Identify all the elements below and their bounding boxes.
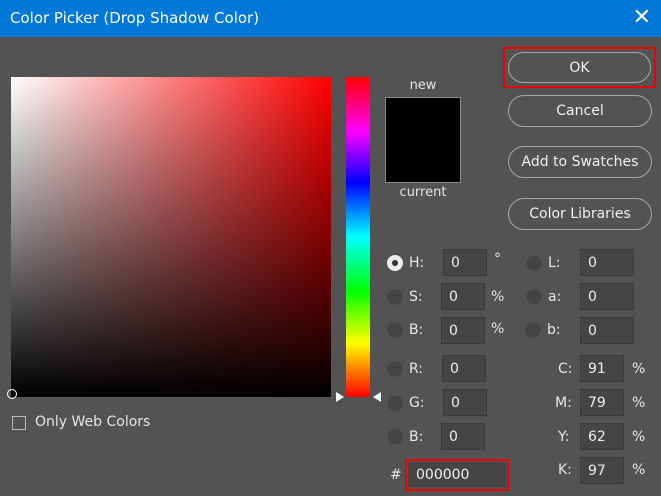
l-input[interactable]: 0: [580, 249, 634, 276]
radio-r[interactable]: [387, 361, 403, 377]
radio-g[interactable]: [387, 395, 403, 411]
radio-s[interactable]: [387, 289, 403, 305]
a-input[interactable]: 0: [580, 283, 634, 310]
radio-lab-b[interactable]: [525, 322, 541, 338]
c-label: C:: [558, 361, 573, 377]
new-color-swatch: [386, 98, 460, 140]
add-to-swatches-button[interactable]: Add to Swatches: [508, 146, 652, 178]
hue-slider[interactable]: [346, 77, 370, 397]
m-label: M:: [555, 395, 572, 411]
dialog-title: Color Picker (Drop Shadow Color): [10, 9, 260, 27]
ok-button[interactable]: OK: [508, 52, 651, 83]
title-bar: Color Picker (Drop Shadow Color) ✕: [0, 0, 661, 37]
b-input[interactable]: 0: [441, 423, 485, 450]
new-label: new: [409, 78, 437, 93]
c-unit: %: [632, 361, 646, 377]
color-swatch: [385, 97, 461, 183]
lab-b-label: b:: [547, 322, 561, 338]
s-input[interactable]: 0: [441, 283, 485, 310]
lab-b-input[interactable]: 0: [580, 317, 634, 344]
c-input[interactable]: 91: [580, 355, 624, 382]
radio-b[interactable]: [387, 429, 403, 445]
radio-brightness[interactable]: [387, 322, 403, 338]
b-label: B:: [409, 429, 424, 445]
cancel-button[interactable]: Cancel: [508, 95, 652, 127]
r-input[interactable]: 0: [442, 355, 486, 382]
hex-label: #: [390, 467, 402, 483]
k-label: K:: [558, 462, 572, 478]
y-unit: %: [632, 429, 646, 445]
s-unit: %: [491, 289, 505, 305]
hue-slider-handle-right[interactable]: [373, 392, 381, 402]
radio-h[interactable]: [387, 255, 403, 271]
color-field-marker[interactable]: [7, 389, 17, 399]
l-label: L:: [548, 255, 561, 271]
m-unit: %: [632, 395, 646, 411]
g-input[interactable]: 0: [443, 389, 487, 416]
radio-l[interactable]: [526, 255, 542, 271]
g-label: G:: [409, 395, 425, 411]
h-input[interactable]: 0: [443, 249, 487, 276]
s-label: S:: [409, 289, 423, 305]
y-label: Y:: [558, 429, 570, 445]
a-label: a:: [548, 289, 562, 305]
k-unit: %: [632, 462, 646, 478]
current-color-swatch[interactable]: [386, 140, 460, 182]
close-icon[interactable]: ✕: [633, 5, 651, 30]
r-label: R:: [409, 361, 424, 377]
h-label: H:: [409, 255, 425, 271]
saturation-brightness-field[interactable]: [11, 77, 331, 397]
brightness-label: B:: [409, 322, 424, 338]
only-web-colors-checkbox[interactable]: [12, 416, 26, 430]
only-web-colors-label: Only Web Colors: [35, 414, 151, 430]
color-libraries-button[interactable]: Color Libraries: [508, 198, 652, 230]
current-label: current: [399, 185, 447, 200]
brightness-unit: %: [491, 321, 505, 337]
h-unit: °: [494, 251, 501, 267]
m-input[interactable]: 79: [580, 389, 624, 416]
y-input[interactable]: 62: [580, 423, 624, 450]
k-input[interactable]: 97: [580, 457, 624, 484]
radio-a[interactable]: [526, 289, 542, 305]
brightness-input[interactable]: 0: [441, 317, 485, 344]
hue-slider-handle-left[interactable]: [336, 392, 344, 402]
hex-input[interactable]: 000000: [407, 461, 507, 488]
